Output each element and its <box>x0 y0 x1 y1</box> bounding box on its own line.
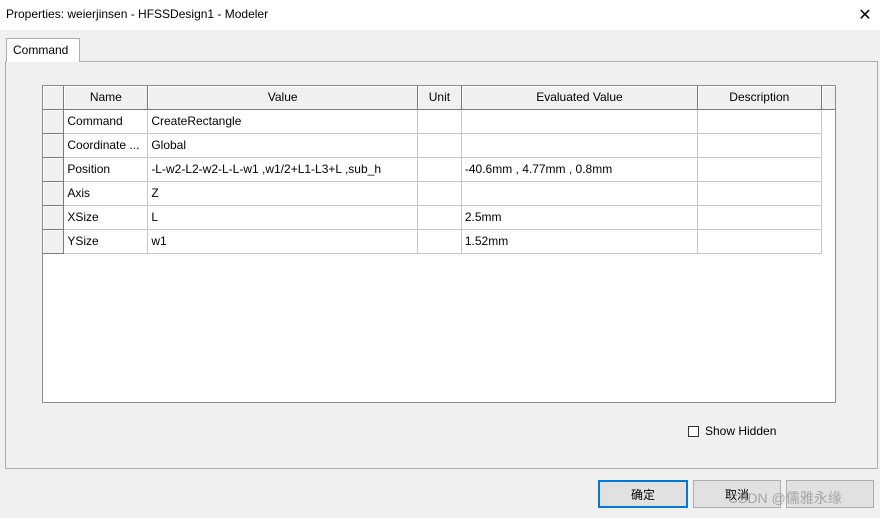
row-header[interactable] <box>43 109 65 134</box>
window-title: Properties: weierjinsen - HFSSDesign1 - … <box>6 7 269 21</box>
close-button[interactable]: ✕ <box>850 0 880 30</box>
cell-value[interactable]: L <box>147 205 418 230</box>
close-icon: ✕ <box>858 7 872 24</box>
header-filler <box>821 86 835 110</box>
row-filler <box>821 205 835 229</box>
row-filler <box>821 157 835 181</box>
properties-table: Name Value Unit Evaluated Value Descript… <box>43 86 835 254</box>
cell-name: Coordinate ... <box>63 133 149 158</box>
cell-description[interactable] <box>697 133 822 158</box>
cell-unit[interactable] <box>417 109 462 134</box>
cell-value[interactable]: w1 <box>147 229 418 254</box>
show-hidden-label: Show Hidden <box>705 424 777 438</box>
cell-unit[interactable] <box>417 133 462 158</box>
cell-description[interactable] <box>697 181 822 206</box>
tab-command-label: Command <box>13 43 69 57</box>
cell-name: XSize <box>63 205 149 230</box>
row-header[interactable] <box>43 181 65 206</box>
cell-value[interactable]: Global <box>147 133 418 158</box>
cell-unit[interactable] <box>417 157 462 182</box>
show-hidden-option[interactable]: Show Hidden <box>688 424 776 438</box>
row-header[interactable] <box>43 229 65 254</box>
cell-description[interactable] <box>697 205 822 230</box>
table-row: Command CreateRectangle <box>43 109 835 134</box>
column-header-name[interactable]: Name <box>63 86 149 110</box>
column-header-evaluated-value[interactable]: Evaluated Value <box>461 86 699 110</box>
row-header[interactable] <box>43 205 65 230</box>
cell-value[interactable]: -L-w2-L2-w2-L-L-w1 ,w1/2+L1-L3+L ,sub_h <box>147 157 418 182</box>
cell-value[interactable]: CreateRectangle <box>147 109 418 134</box>
cell-name: Command <box>63 109 149 134</box>
table-row: Position -L-w2-L2-w2-L-L-w1 ,w1/2+L1-L3+… <box>43 157 835 182</box>
table-row: XSize L 2.5mm <box>43 205 835 230</box>
table-header-row: Name Value Unit Evaluated Value Descript… <box>43 86 835 110</box>
show-hidden-checkbox[interactable] <box>688 425 699 437</box>
column-header-description[interactable]: Description <box>697 86 822 110</box>
cell-description[interactable] <box>697 109 822 134</box>
table-row: Coordinate ... Global <box>43 133 835 158</box>
ok-button-label: 确定 <box>630 487 655 502</box>
row-filler <box>821 181 835 205</box>
cell-unit[interactable] <box>417 229 462 254</box>
cell-evaluated <box>461 109 699 134</box>
row-filler <box>821 133 835 157</box>
cell-name: YSize <box>63 229 149 254</box>
row-filler <box>821 229 835 253</box>
cell-name: Position <box>63 157 149 182</box>
cell-unit[interactable] <box>417 205 462 230</box>
cell-name: Axis <box>63 181 149 206</box>
tab-command[interactable]: Command <box>6 38 80 62</box>
watermark: CSDN @儒雅永缘 <box>728 490 842 506</box>
title-bar: Properties: weierjinsen - HFSSDesign1 - … <box>0 0 880 30</box>
properties-grid: Name Value Unit Evaluated Value Descript… <box>42 85 836 403</box>
cell-value[interactable]: Z <box>147 181 418 206</box>
cell-evaluated: 2.5mm <box>461 205 699 230</box>
cell-evaluated <box>461 181 699 206</box>
row-header[interactable] <box>43 157 65 182</box>
row-filler <box>821 109 835 133</box>
cell-evaluated: 1.52mm <box>461 229 699 254</box>
corner-header <box>43 86 65 110</box>
cell-description[interactable] <box>697 229 822 254</box>
table-row: Axis Z <box>43 181 835 206</box>
cell-evaluated <box>461 133 699 158</box>
table-row: YSize w1 1.52mm <box>43 229 835 254</box>
cell-unit[interactable] <box>417 181 462 206</box>
column-header-unit[interactable]: Unit <box>417 86 462 110</box>
row-header[interactable] <box>43 133 65 158</box>
column-header-value[interactable]: Value <box>147 86 418 110</box>
cell-description[interactable] <box>697 157 822 182</box>
ok-button[interactable]: 确定 <box>598 480 688 508</box>
cell-evaluated: -40.6mm , 4.77mm , 0.8mm <box>461 157 699 182</box>
